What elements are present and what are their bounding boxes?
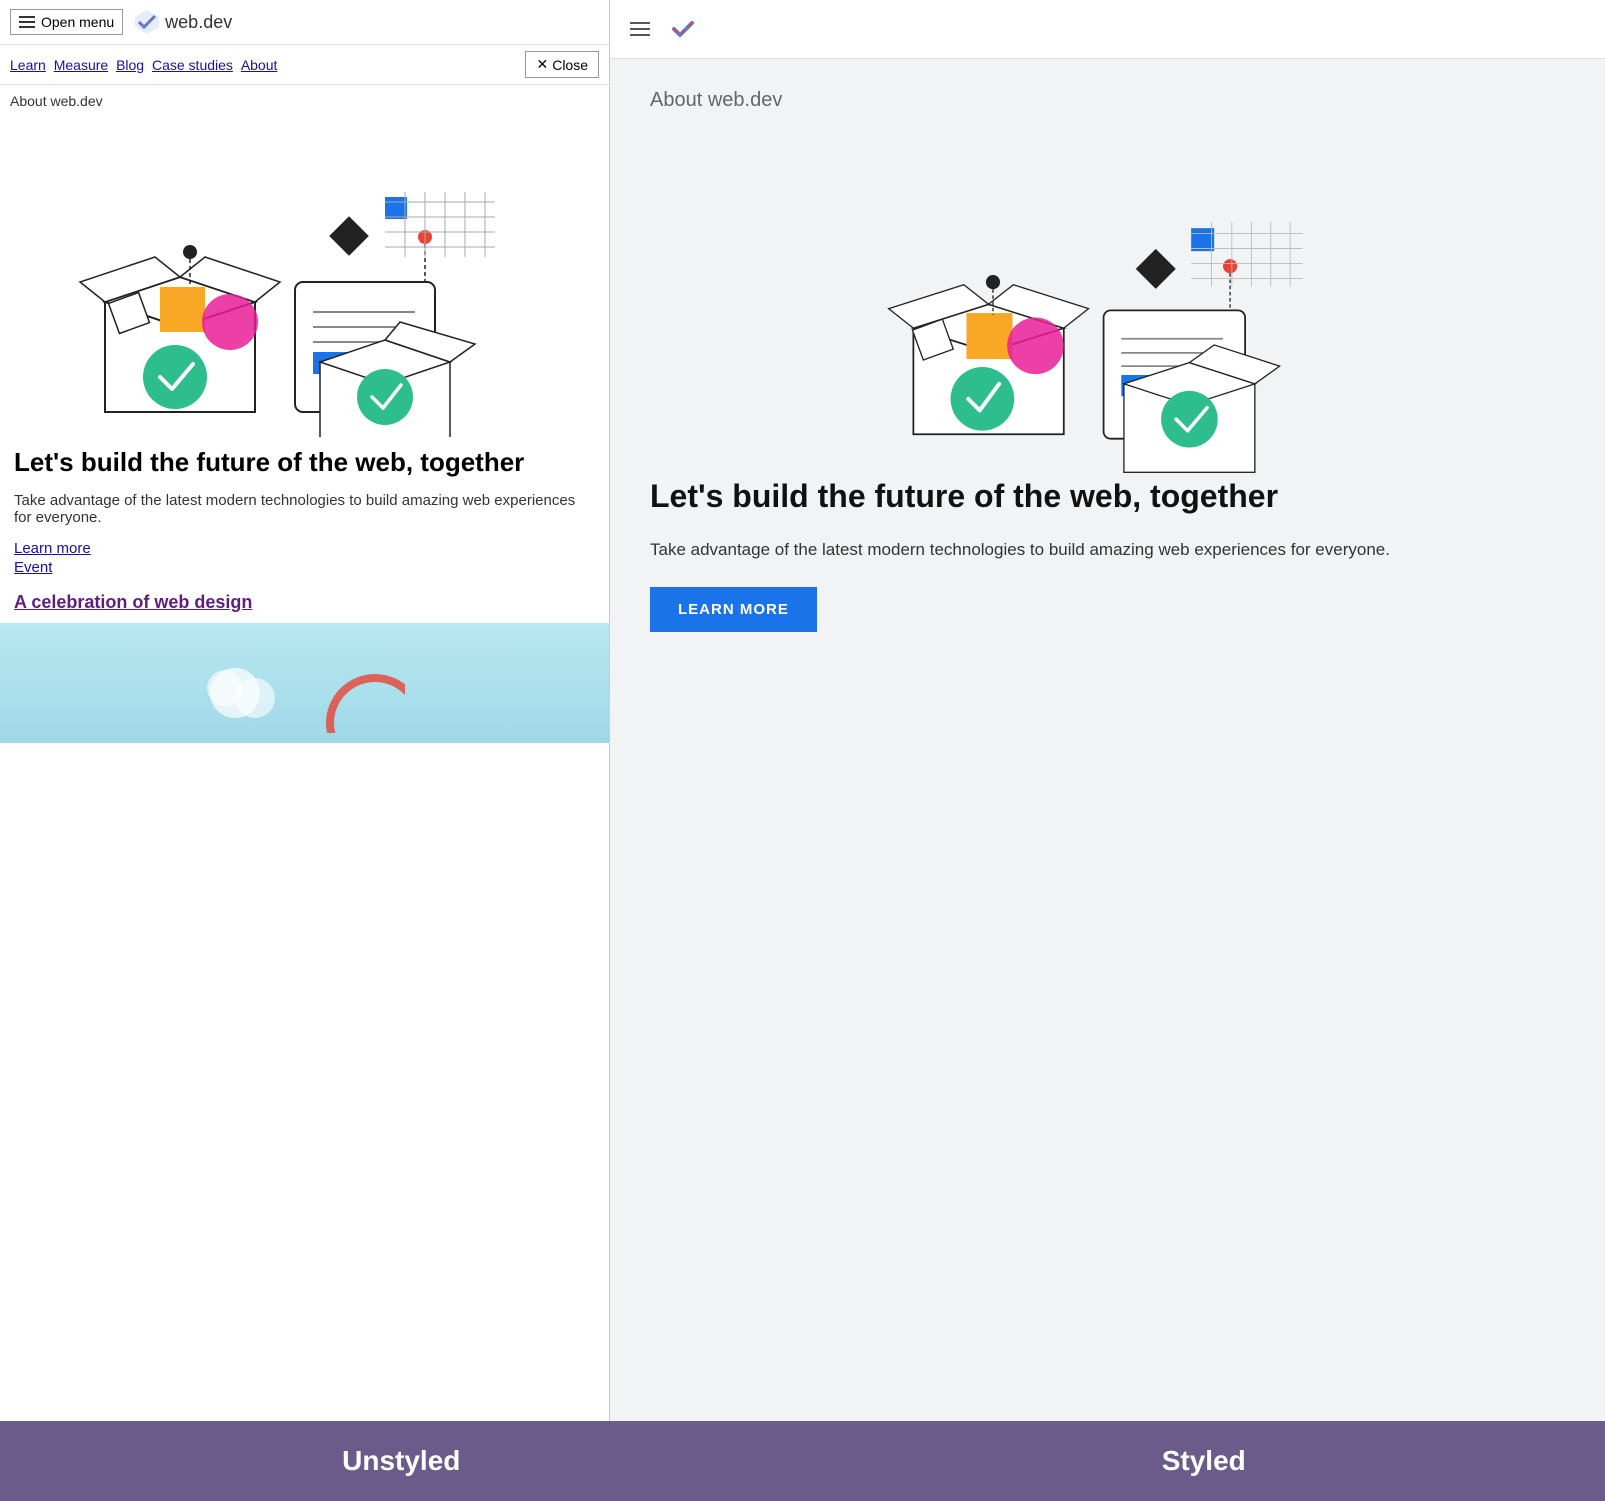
left-panel: Open menu web.dev Learn Measure Blog: [0, 0, 610, 1421]
nav-link-measure[interactable]: Measure: [54, 57, 108, 73]
site-name-left: web.dev: [165, 12, 232, 33]
left-description: Take advantage of the latest modern tech…: [14, 492, 595, 526]
styled-label: Styled: [803, 1421, 1605, 1501]
nav-dropdown: Learn Measure Blog Case studies About ✕ …: [0, 45, 609, 85]
unstyled-label: Unstyled: [0, 1421, 803, 1501]
left-navbar: Open menu web.dev: [0, 0, 609, 45]
close-button[interactable]: ✕ Close: [525, 51, 599, 78]
snowflake-svg: [205, 633, 405, 733]
nav-link-about[interactable]: About: [241, 57, 278, 73]
learn-more-button[interactable]: LEARN MORE: [650, 587, 817, 632]
nav-link-learn[interactable]: Learn: [10, 57, 46, 73]
logo-icon-right: [666, 12, 700, 46]
left-main-content: Let's build the future of the web, toget…: [0, 437, 609, 623]
learn-more-link[interactable]: Learn more: [14, 540, 595, 557]
open-menu-button[interactable]: Open menu: [10, 9, 123, 35]
hamburger-icon-right[interactable]: [630, 22, 650, 36]
about-text-left: About web.dev: [0, 85, 609, 117]
about-text-right: About web.dev: [650, 89, 1565, 112]
celebration-link[interactable]: A celebration of web design: [14, 592, 252, 612]
event-link[interactable]: Event: [14, 559, 595, 576]
nav-link-blog[interactable]: Blog: [116, 57, 144, 73]
logo-left: web.dev: [133, 8, 232, 36]
left-links: Learn more Event: [14, 540, 595, 576]
close-label: Close: [552, 57, 588, 73]
logo-icon-left: [133, 8, 161, 36]
nav-links: Learn Measure Blog Case studies About: [10, 57, 277, 73]
illustration-left: [0, 117, 609, 437]
right-main-content: About web.dev: [610, 59, 1605, 1421]
right-heading: Let's build the future of the web, toget…: [650, 476, 1565, 516]
hero-illustration-right: [878, 136, 1338, 476]
open-menu-label: Open menu: [41, 14, 114, 30]
snowflake-preview: [0, 623, 609, 743]
right-description: Take advantage of the latest modern tech…: [650, 536, 1565, 563]
close-x-icon: ✕: [536, 56, 548, 73]
hamburger-icon: [19, 16, 35, 28]
illustration-right: [650, 136, 1565, 476]
nav-link-case-studies[interactable]: Case studies: [152, 57, 233, 73]
right-panel: About web.dev: [610, 0, 1605, 1421]
hero-illustration-left: [75, 117, 535, 437]
left-heading: Let's build the future of the web, toget…: [14, 447, 595, 478]
right-navbar: [610, 0, 1605, 59]
bottom-labels: Unstyled Styled: [0, 1421, 1605, 1501]
